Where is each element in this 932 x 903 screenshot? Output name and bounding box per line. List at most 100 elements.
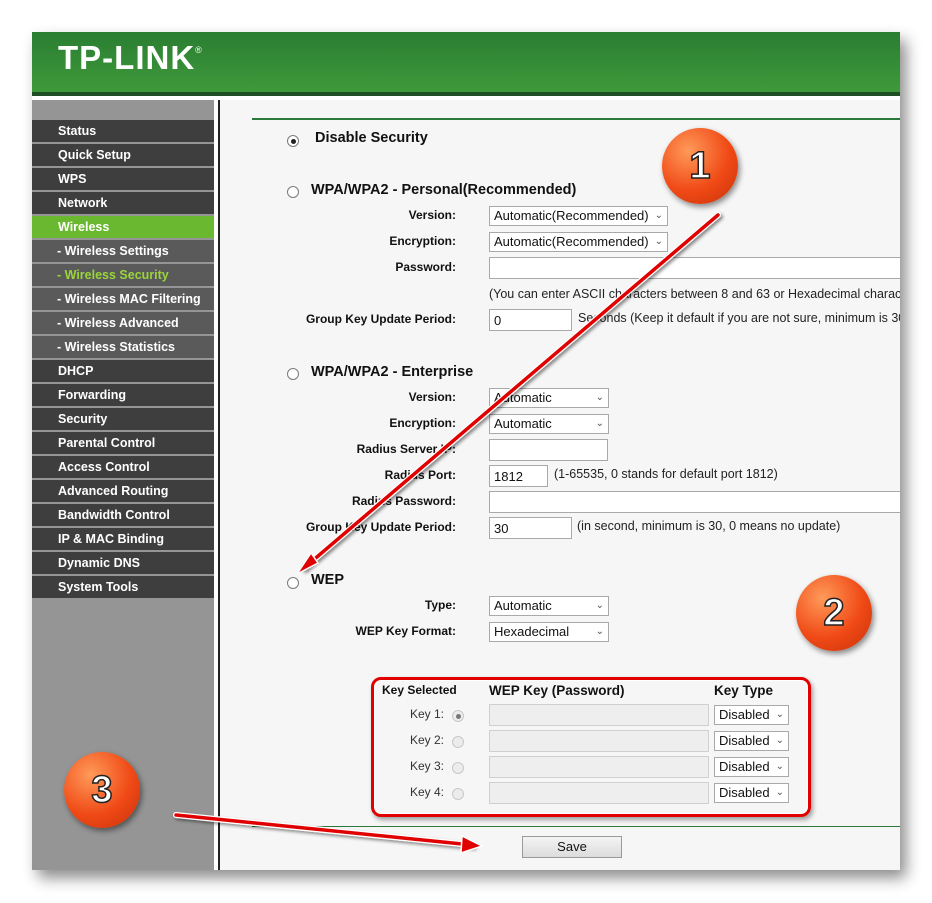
wep-key-2-input[interactable] — [489, 730, 709, 752]
wep-type-label: Type: — [424, 598, 456, 612]
sidebar-item-network[interactable]: Network — [32, 192, 214, 214]
wep-title: WEP — [311, 572, 345, 588]
wpa-enterprise-version-select[interactable]: Automatic ⌄ — [489, 388, 609, 408]
radius-password-label: Radius Password: — [351, 494, 456, 508]
sidebar-item-dynamic-dns[interactable]: Dynamic DNS — [32, 552, 214, 574]
wpa-enterprise-gkup-hint: (in second, minimum is 30, 0 means no up… — [577, 519, 841, 533]
sidebar-item-parental-control[interactable]: Parental Control — [32, 432, 214, 454]
wep-key-1-type-select[interactable]: Disabled ⌄ — [714, 705, 789, 725]
wpa-personal-gkup-hint: Seconds (Keep it default if you are not … — [578, 311, 900, 325]
wpa-personal-password-input[interactable] — [489, 257, 900, 279]
sidebar-item-forwarding[interactable]: Forwarding — [32, 384, 214, 406]
wpa-personal-radio[interactable] — [287, 186, 299, 198]
sidebar-item-dhcp[interactable]: DHCP — [32, 360, 214, 382]
wpa-enterprise-gkup-label: Group Key Update Period: — [305, 520, 456, 534]
wep-key-1-label: Key 1: — [409, 707, 444, 721]
wep-key-2-label: Key 2: — [409, 733, 444, 747]
step-2-badge: 2 — [796, 575, 872, 651]
sidebar-item-wireless-settings[interactable]: - Wireless Settings — [32, 240, 214, 262]
sidebar-item-wireless-mac-filtering[interactable]: - Wireless MAC Filtering — [32, 288, 214, 310]
step-3-badge: 3 — [64, 752, 140, 828]
radius-port-label: Radius Port: — [384, 468, 456, 482]
sidebar-item-wireless-advanced[interactable]: - Wireless Advanced — [32, 312, 214, 334]
wireless-security-form: Disable Security WPA/WPA2 - Personal(Rec… — [220, 100, 900, 870]
wep-key-2-radio[interactable] — [452, 736, 464, 748]
chevron-down-icon: ⌄ — [775, 787, 784, 798]
wpa-personal-password-label: Password: — [395, 260, 456, 274]
key-selected-header: Key Selected — [382, 683, 457, 697]
sidebar-item-wps[interactable]: WPS — [32, 168, 214, 190]
wep-key-type-value: Disabled — [719, 707, 770, 722]
sidebar-item-wireless-statistics[interactable]: - Wireless Statistics — [32, 336, 214, 358]
bottom-divider — [252, 826, 900, 827]
key-type-header: Key Type — [714, 683, 774, 698]
chevron-down-icon: ⌄ — [595, 626, 604, 637]
sidebar-item-wireless[interactable]: Wireless — [32, 216, 214, 238]
wep-key-3-type-select[interactable]: Disabled ⌄ — [714, 757, 789, 777]
sidebar-item-ip-mac-binding[interactable]: IP & MAC Binding — [32, 528, 214, 550]
wep-key-2-type-select[interactable]: Disabled ⌄ — [714, 731, 789, 751]
wep-key-type-value: Disabled — [719, 759, 770, 774]
wep-key-3-radio[interactable] — [452, 762, 464, 774]
radius-server-ip-input[interactable] — [489, 439, 608, 461]
sidebar-item-status[interactable]: Status — [32, 120, 214, 142]
sidebar-item-wireless-security[interactable]: - Wireless Security — [32, 264, 214, 286]
wpa-personal-title: WPA/WPA2 - Personal(Recommended) — [311, 182, 577, 198]
sidebar-menu: Status Quick Setup WPS Network Wireless - Wir… — [32, 120, 214, 600]
wpa-personal-version-select[interactable]: Automatic(Recommended) ⌄ — [489, 206, 668, 226]
chevron-down-icon: ⌄ — [654, 210, 663, 221]
tp-link-logo: TP-LINK® — [58, 39, 203, 76]
save-button[interactable]: Save — [522, 836, 622, 858]
sidebar-item-security[interactable]: Security — [32, 408, 214, 430]
wep-radio[interactable] — [287, 577, 299, 589]
wep-key-4-label: Key 4: — [409, 785, 444, 799]
chevron-down-icon: ⌄ — [595, 392, 604, 403]
radius-port-input[interactable]: 1812 — [489, 465, 548, 487]
chevron-down-icon: ⌄ — [595, 600, 604, 611]
radius-server-ip-label: Radius Server IP: — [356, 442, 456, 456]
sidebar-item-bandwidth-control[interactable]: Bandwidth Control — [32, 504, 214, 526]
chevron-down-icon: ⌄ — [595, 418, 604, 429]
wpa-enterprise-title: WPA/WPA2 - Enterprise — [311, 364, 474, 380]
wep-key-type-value: Disabled — [719, 733, 770, 748]
sidebar-item-advanced-routing[interactable]: Advanced Routing — [32, 480, 214, 502]
wep-key-format-select[interactable]: Hexadecimal ⌄ — [489, 622, 609, 642]
wep-key-3-label: Key 3: — [409, 759, 444, 773]
disable-security-label: Disable Security — [315, 130, 428, 146]
sidebar-item-quick-setup[interactable]: Quick Setup — [32, 144, 214, 166]
chevron-down-icon: ⌄ — [775, 761, 784, 772]
chevron-down-icon: ⌄ — [654, 236, 663, 247]
wep-key-4-radio[interactable] — [452, 788, 464, 800]
wep-key-3-input[interactable] — [489, 756, 709, 778]
step-1-badge: 1 — [662, 128, 738, 204]
wpa-personal-gkup-input[interactable]: 0 — [489, 309, 572, 331]
sidebar-item-access-control[interactable]: Access Control — [32, 456, 214, 478]
wep-key-4-input[interactable] — [489, 782, 709, 804]
radius-password-input[interactable] — [489, 491, 900, 513]
wpa-personal-encryption-label: Encryption: — [389, 234, 456, 248]
radius-port-hint: (1-65535, 0 stands for default port 1812… — [554, 467, 778, 481]
wpa-enterprise-gkup-input[interactable]: 30 — [489, 517, 572, 539]
chevron-down-icon: ⌄ — [775, 709, 784, 720]
disable-security-radio[interactable] — [287, 135, 299, 147]
wep-key-header: WEP Key (Password) — [489, 683, 625, 698]
sidebar: Status Quick Setup WPS Network Wireless - Wir… — [32, 100, 214, 870]
top-divider — [252, 118, 900, 120]
wpa-enterprise-version-label: Version: — [408, 390, 456, 404]
router-admin-window: TP-LINK® Status Quick Setup WPS Network Wire… — [32, 32, 900, 870]
wep-type-select[interactable]: Automatic ⌄ — [489, 596, 609, 616]
header-banner: TP-LINK® — [32, 32, 900, 96]
wpa-personal-version-label: Version: — [408, 208, 456, 222]
wep-key-type-value: Disabled — [719, 785, 770, 800]
wpa-personal-gkup-label: Group Key Update Period: — [305, 312, 456, 326]
wep-key-1-radio[interactable] — [452, 710, 464, 722]
wep-key-format-label: WEP Key Format: — [355, 624, 456, 638]
wpa-personal-encryption-select[interactable]: Automatic(Recommended) ⌄ — [489, 232, 668, 252]
wpa-enterprise-radio[interactable] — [287, 368, 299, 380]
wpa-enterprise-encryption-label: Encryption: — [389, 416, 456, 430]
wep-key-1-input[interactable] — [489, 704, 709, 726]
wpa-enterprise-encryption-select[interactable]: Automatic ⌄ — [489, 414, 609, 434]
wep-key-4-type-select[interactable]: Disabled ⌄ — [714, 783, 789, 803]
sidebar-item-system-tools[interactable]: System Tools — [32, 576, 214, 598]
wpa-personal-password-hint: (You can enter ASCII characters between … — [489, 287, 900, 301]
